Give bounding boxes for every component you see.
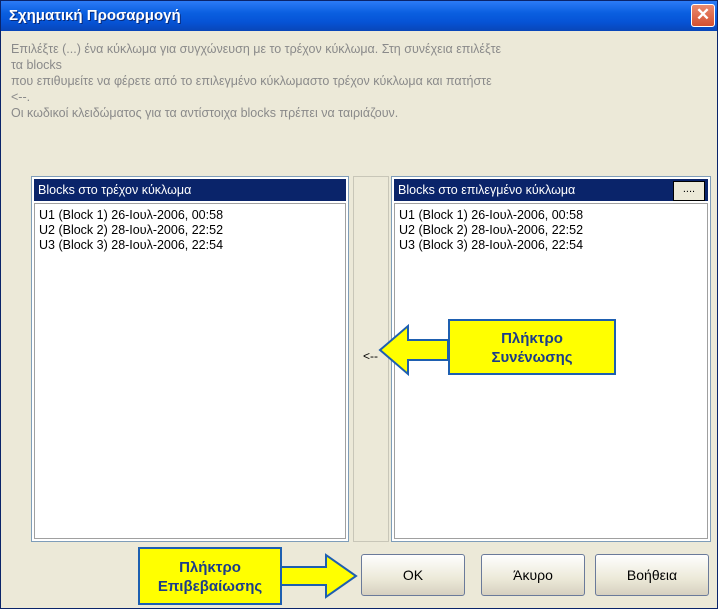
ok-button[interactable]: OK: [361, 554, 465, 596]
instructions-line: Επιλέξτε (...) ένα κύκλωμα για συγχώνευσ…: [11, 42, 502, 56]
list-item[interactable]: U1 (Block 1) 26-Ιουλ-2006, 00:58: [39, 208, 341, 223]
window-title: Σχηματική Προσαρμογή: [9, 7, 181, 24]
cancel-button[interactable]: Άκυρο: [481, 554, 585, 596]
list-item[interactable]: U3 (Block 3) 28-Ιουλ-2006, 22:54: [399, 238, 703, 253]
join-callout: Πλήκτρο Συνένωσης: [448, 319, 616, 375]
list-item[interactable]: U3 (Block 3) 28-Ιουλ-2006, 22:54: [39, 238, 341, 253]
selected-circuit-blocks-header: Blocks στο επιλεγμένο κύκλωμα ....: [394, 179, 708, 201]
dialog-window: Σχηματική Προσαρμογή ✕ Επιλέξτε (...) έν…: [0, 0, 718, 609]
instructions-line: τα blocks: [11, 58, 62, 72]
current-circuit-blocks-panel: Blocks στο τρέχον κύκλωμα U1 (Block 1) 2…: [31, 176, 349, 542]
list-item[interactable]: U2 (Block 2) 28-Ιουλ-2006, 22:52: [39, 223, 341, 238]
browse-button[interactable]: ....: [673, 181, 705, 201]
join-button-label: <--: [363, 349, 378, 363]
join-callout-line1: Πλήκτρο: [501, 330, 563, 347]
current-circuit-blocks-list[interactable]: U1 (Block 1) 26-Ιουλ-2006, 00:58 U2 (Blo…: [34, 203, 346, 539]
title-bar[interactable]: Σχηματική Προσαρμογή ✕: [1, 1, 717, 31]
ok-callout-line1: Πλήκτρο: [179, 559, 241, 576]
instructions-line: <--.: [11, 90, 31, 104]
selected-circuit-blocks-header-label: Blocks στο επιλεγμένο κύκλωμα: [398, 183, 576, 197]
close-button[interactable]: ✕: [691, 4, 715, 27]
arrow-left-icon: [378, 323, 449, 377]
instructions-line: Οι κωδικοί κλειδώματος για τα αντίστοιχα…: [11, 106, 399, 120]
ok-callout-line2: Επιβεβαίωσης: [157, 578, 263, 595]
close-icon: ✕: [695, 5, 711, 24]
list-item[interactable]: U1 (Block 1) 26-Ιουλ-2006, 00:58: [399, 208, 703, 223]
arrow-right-icon: [277, 553, 358, 599]
help-button[interactable]: Βοήθεια: [595, 554, 709, 596]
current-circuit-blocks-header: Blocks στο τρέχον κύκλωμα: [34, 179, 346, 201]
join-callout-line2: Συνένωσης: [491, 349, 573, 366]
ok-callout: Πλήκτρο Επιβεβαίωσης: [138, 547, 282, 605]
list-item[interactable]: U2 (Block 2) 28-Ιουλ-2006, 22:52: [399, 223, 703, 238]
instructions-line: που επιθυμείτε να φέρετε από το επιλεγμέ…: [11, 74, 492, 88]
instructions-text: Επιλέξτε (...) ένα κύκλωμα για συγχώνευσ…: [11, 41, 711, 121]
